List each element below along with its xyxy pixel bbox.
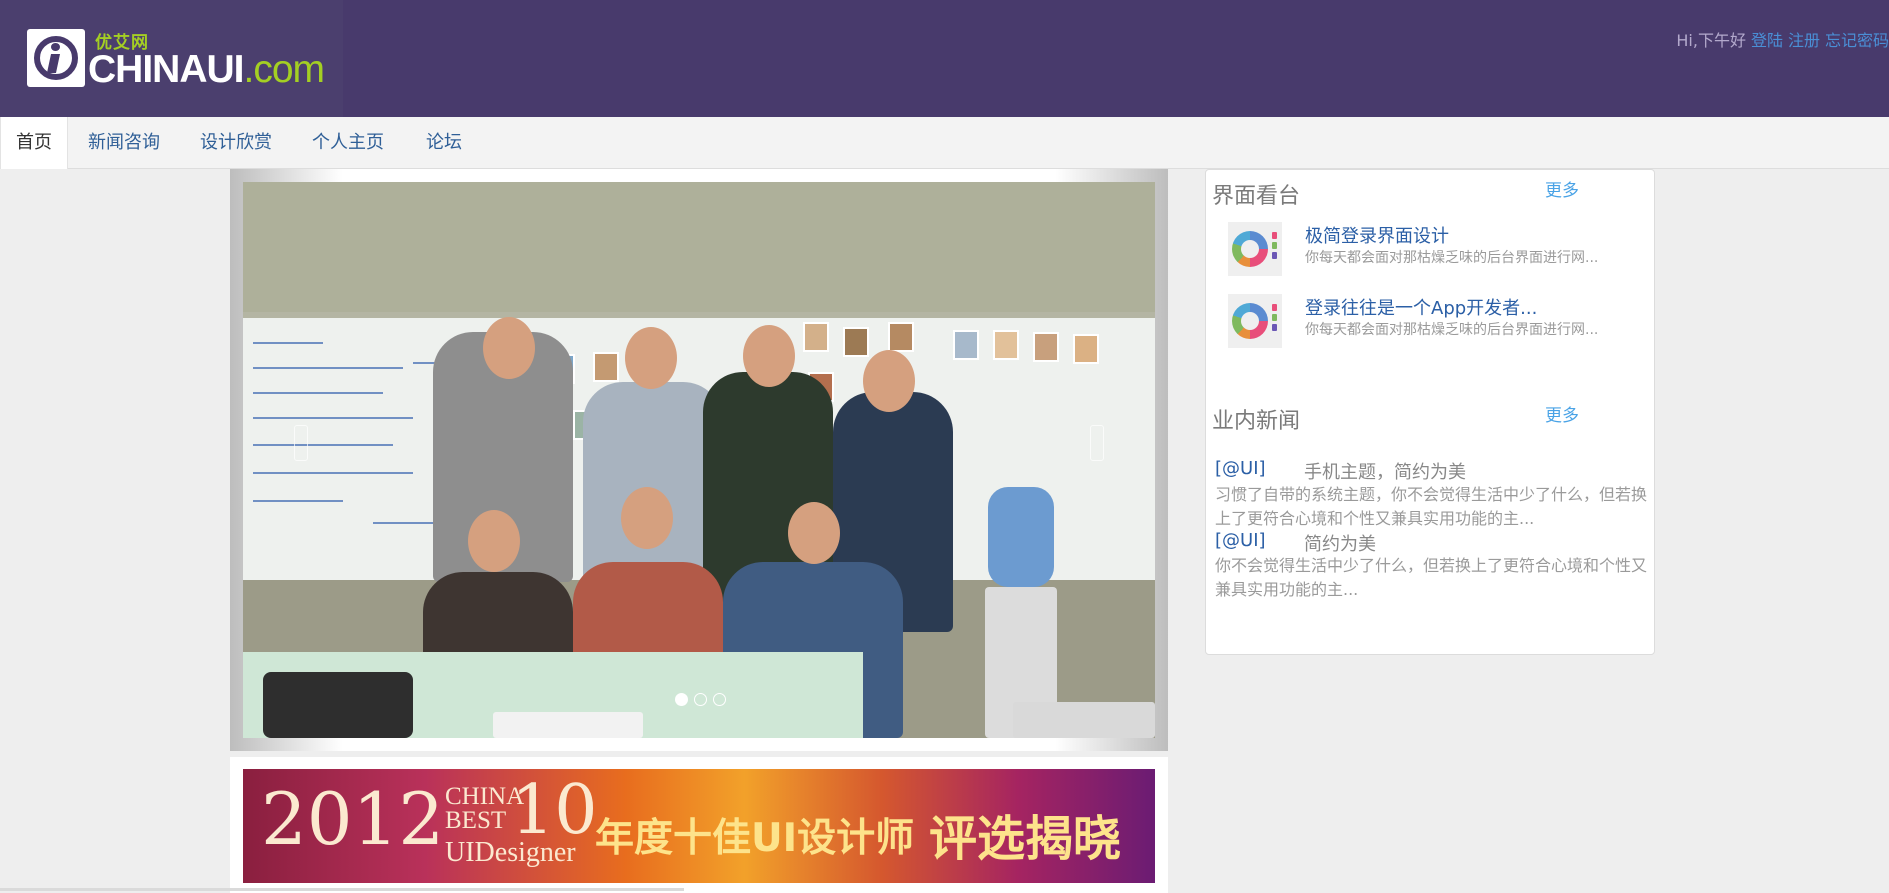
news-headline[interactable]: 手机主题，简约为美 <box>1304 458 1466 484</box>
user-bar: Hi,下午好 登陆 注册 忘记密码 <box>1676 27 1889 51</box>
horizontal-scrollbar[interactable] <box>0 888 684 891</box>
news-body: 你不会觉得生活中少了什么，但若换上了更符合心境和个性又兼具实用功能的主... <box>1215 556 1648 599</box>
logo-english-text: CHINAUI.com <box>88 48 325 91</box>
login-link[interactable]: 登陆 <box>1751 31 1783 50</box>
sidebar-panel: 界面看台 更多 极简登录界面设计 你每天都会面对那枯燥乏味的后台界面进行网...… <box>1205 169 1655 655</box>
banner-container: 2012 CHINA BEST 10 UIDesigner 年度十佳UI设计师 评… <box>230 757 1168 893</box>
showcase-item-desc: 你每天都会面对那枯燥乏味的后台界面进行网... <box>1305 322 1599 338</box>
carousel-dot-1[interactable] <box>675 693 688 706</box>
news-body: 习惯了自带的系统主题，你不会觉得生活中少了什么，但若换上了更符合心境和个性又兼具… <box>1215 485 1648 528</box>
news-headline[interactable]: 简约为美 <box>1304 530 1376 556</box>
banner-title: 年度十佳UI设计师 <box>595 816 915 861</box>
showcase-item-desc: 你每天都会面对那枯燥乏味的后台界面进行网... <box>1305 250 1599 266</box>
forgot-password-link[interactable]: 忘记密码 <box>1825 31 1889 50</box>
greeting-text: Hi,下午好 <box>1676 31 1746 50</box>
designer-award-banner[interactable]: 2012 CHINA BEST 10 UIDesigner 年度十佳UI设计师 评… <box>243 769 1155 883</box>
news-tag[interactable]: [@UI] <box>1215 530 1266 551</box>
carousel-dot-2[interactable] <box>694 693 707 706</box>
news-tag[interactable]: [@UI] <box>1215 458 1266 479</box>
banner-year: 2012 <box>261 777 445 861</box>
nav-item-home[interactable]: 首页 <box>0 117 68 169</box>
register-link[interactable]: 注册 <box>1788 31 1820 50</box>
nav-item-design[interactable]: 设计欣赏 <box>180 117 292 169</box>
chart-app-icon[interactable] <box>1228 222 1282 276</box>
carousel-indicators <box>675 691 732 710</box>
carousel-photo <box>243 182 1155 738</box>
showcase-item-title[interactable]: 极简登录界面设计 <box>1305 222 1449 248</box>
carousel-prev-arrow[interactable] <box>294 425 308 461</box>
showcase-item-title[interactable]: 登录往往是一个App开发者... <box>1305 294 1537 320</box>
site-header: 优艾网 CHINAUI.com Hi,下午好 登陆 注册 忘记密码 <box>0 0 1889 117</box>
nav-item-news[interactable]: 新闻咨询 <box>68 117 180 169</box>
showcase-more-link[interactable]: 更多 <box>1545 176 1579 201</box>
nav-item-profile[interactable]: 个人主页 <box>292 117 404 169</box>
banner-reveal: 评选揭晓 <box>929 811 1122 867</box>
main-nav: 首页 新闻咨询 设计欣赏 个人主页 论坛 <box>0 117 1889 169</box>
site-logo[interactable]: 优艾网 CHINAUI.com <box>0 0 343 117</box>
chart-app-icon[interactable] <box>1228 294 1282 348</box>
image-carousel[interactable] <box>230 169 1168 751</box>
news-more-link[interactable]: 更多 <box>1545 401 1579 426</box>
nav-item-forum[interactable]: 论坛 <box>404 117 484 169</box>
carousel-dot-3[interactable] <box>713 693 726 706</box>
news-title: 业内新闻 <box>1212 409 1301 434</box>
showcase-title: 界面看台 <box>1212 184 1301 209</box>
banner-uidesigner: UIDesigner <box>445 837 576 868</box>
logo-i-icon <box>27 29 85 87</box>
carousel-next-arrow[interactable] <box>1090 425 1104 461</box>
